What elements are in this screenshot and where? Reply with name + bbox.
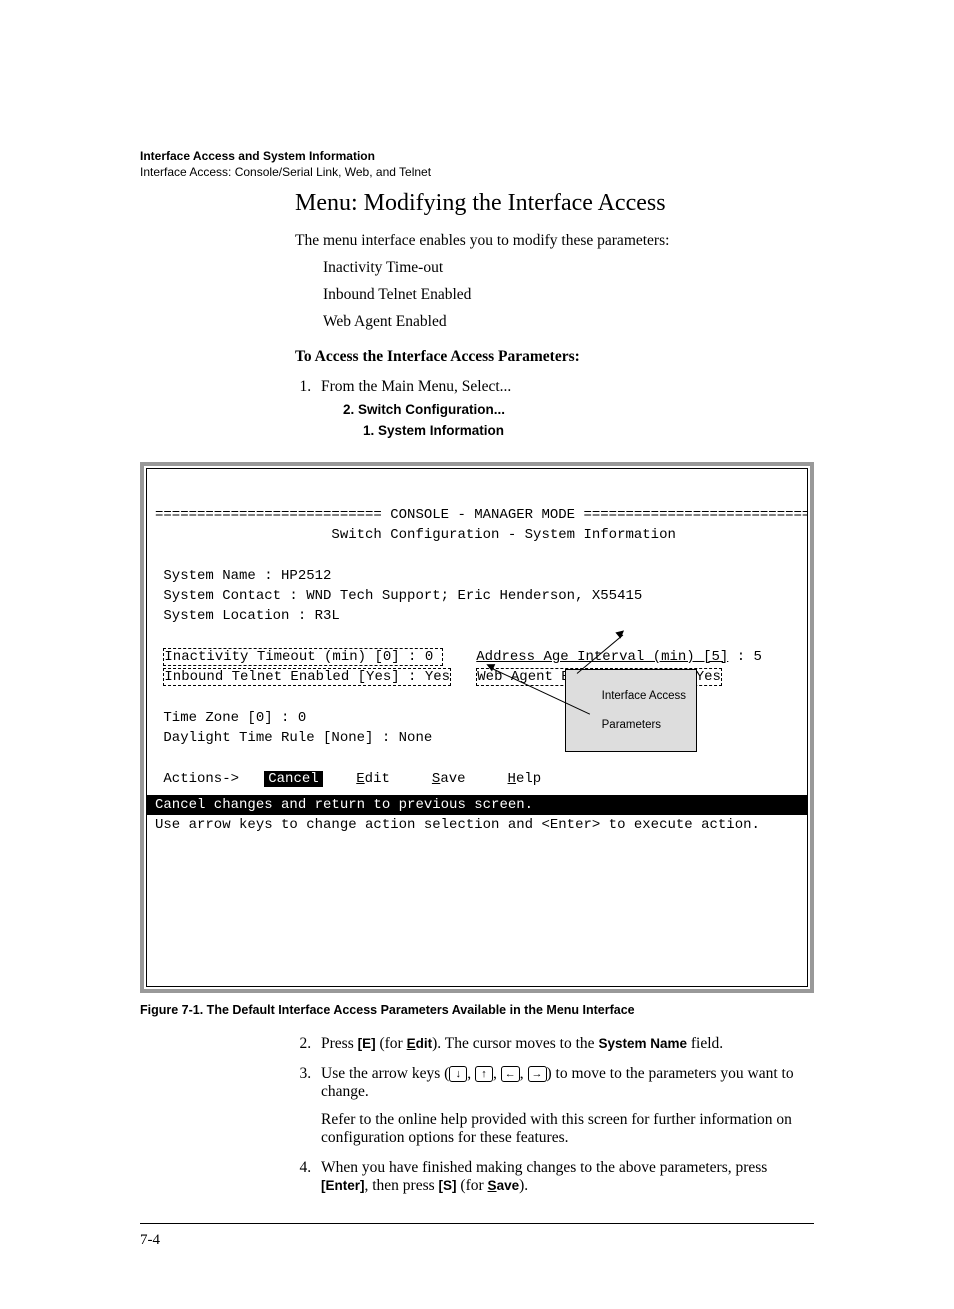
param-list: Inactivity Time-out Inbound Telnet Enabl… bbox=[323, 258, 814, 333]
step-4-post: ). bbox=[519, 1177, 528, 1194]
step-1-sub1: 2. Switch Configuration... bbox=[343, 402, 814, 417]
system-name-label: System Name bbox=[598, 1036, 687, 1051]
step-2-post2: field. bbox=[687, 1035, 723, 1052]
term-header: =========================== CONSOLE - MA… bbox=[155, 507, 808, 523]
page-number: 7-4 bbox=[140, 1232, 814, 1249]
terminal-screen: =========================== CONSOLE - MA… bbox=[146, 468, 808, 987]
step-4-pre: When you have finished making changes to… bbox=[321, 1159, 767, 1176]
key-enter: [Enter] bbox=[321, 1178, 365, 1193]
step-2-pre: Press bbox=[321, 1035, 358, 1052]
intro-text: The menu interface enables you to modify… bbox=[295, 231, 814, 252]
term-inbound: Inbound Telnet Enabled [Yes] : Yes bbox=[163, 668, 451, 686]
arrow-right-icon: → bbox=[528, 1066, 547, 1082]
step-4-mid2: (for bbox=[457, 1177, 488, 1194]
callout-line1: Interface Access bbox=[602, 690, 686, 702]
arrow-down-icon: ↓ bbox=[449, 1066, 467, 1082]
step-2: Press [E] (for Edit). The cursor moves t… bbox=[315, 1035, 814, 1053]
access-heading: To Access the Interface Access Parameter… bbox=[295, 347, 814, 368]
term-action-cancel[interactable]: Cancel bbox=[264, 771, 322, 787]
param-item: Inactivity Time-out bbox=[323, 258, 814, 279]
term-daylight: Daylight Time Rule [None] : None bbox=[155, 730, 432, 746]
step-2-post1: ). The cursor moves to the bbox=[432, 1035, 598, 1052]
step-3: Use the arrow keys (↓, ↑, ←, →) to move … bbox=[315, 1065, 814, 1147]
arrow-left-icon: ← bbox=[501, 1066, 520, 1082]
term-action-help[interactable]: Help bbox=[508, 771, 542, 787]
term-status-bar: Cancel changes and return to previous sc… bbox=[147, 795, 807, 815]
term-action-edit[interactable]: Edit bbox=[356, 771, 390, 787]
running-head: Interface Access and System Information … bbox=[140, 148, 431, 180]
edit-label: Edit bbox=[407, 1036, 433, 1051]
term-sys-location: System Location : R3L bbox=[155, 608, 340, 624]
term-sys-contact: System Contact : WND Tech Support; Eric … bbox=[155, 588, 642, 604]
term-sys-name: System Name : HP2512 bbox=[155, 568, 331, 584]
step-1: From the Main Menu, Select... 2. Switch … bbox=[315, 378, 814, 438]
callout-line2: Parameters bbox=[602, 719, 661, 731]
section-heading: Menu: Modifying the Interface Access bbox=[295, 190, 814, 217]
running-head-title: Interface Access and System Information bbox=[140, 148, 431, 164]
step-4-mid: , then press bbox=[365, 1177, 439, 1194]
step-4: When you have finished making changes to… bbox=[315, 1159, 814, 1195]
term-inactivity: Inactivity Timeout (min) [0] : 0 bbox=[163, 648, 442, 666]
step-list-2: Press [E] (for Edit). The cursor moves t… bbox=[295, 1035, 814, 1195]
arrowhead-icon bbox=[615, 627, 626, 638]
footer-rule bbox=[140, 1223, 814, 1224]
term-timezone: Time Zone [0] : 0 bbox=[155, 710, 306, 726]
key-e: [E] bbox=[358, 1036, 376, 1051]
param-item: Web Agent Enabled bbox=[323, 312, 814, 333]
arrow-up-icon: ↑ bbox=[475, 1066, 493, 1082]
step-list-1: From the Main Menu, Select... 2. Switch … bbox=[295, 378, 814, 438]
step-1-sub2: 1. System Information bbox=[363, 423, 814, 438]
figure-caption: Figure 7-1. The Default Interface Access… bbox=[140, 1003, 814, 1017]
term-hint: Use arrow keys to change action selectio… bbox=[155, 817, 760, 833]
term-addr-age-val: : 5 bbox=[728, 649, 762, 665]
term-action-save[interactable]: Save bbox=[432, 771, 466, 787]
save-label: Save bbox=[488, 1178, 520, 1193]
key-s: [S] bbox=[439, 1178, 457, 1193]
param-item: Inbound Telnet Enabled bbox=[323, 285, 814, 306]
step-1-text: From the Main Menu, Select... bbox=[321, 378, 511, 395]
step-3-pre: Use the arrow keys ( bbox=[321, 1065, 449, 1082]
term-actions-label: Actions-> bbox=[155, 771, 239, 787]
running-head-subtitle: Interface Access: Console/Serial Link, W… bbox=[140, 164, 431, 180]
term-subtitle: Switch Configuration - System Informatio… bbox=[155, 527, 676, 543]
terminal-figure: =========================== CONSOLE - MA… bbox=[140, 462, 814, 993]
step-3-para: Refer to the online help provided with t… bbox=[321, 1111, 814, 1147]
step-2-mid: (for bbox=[376, 1035, 407, 1052]
